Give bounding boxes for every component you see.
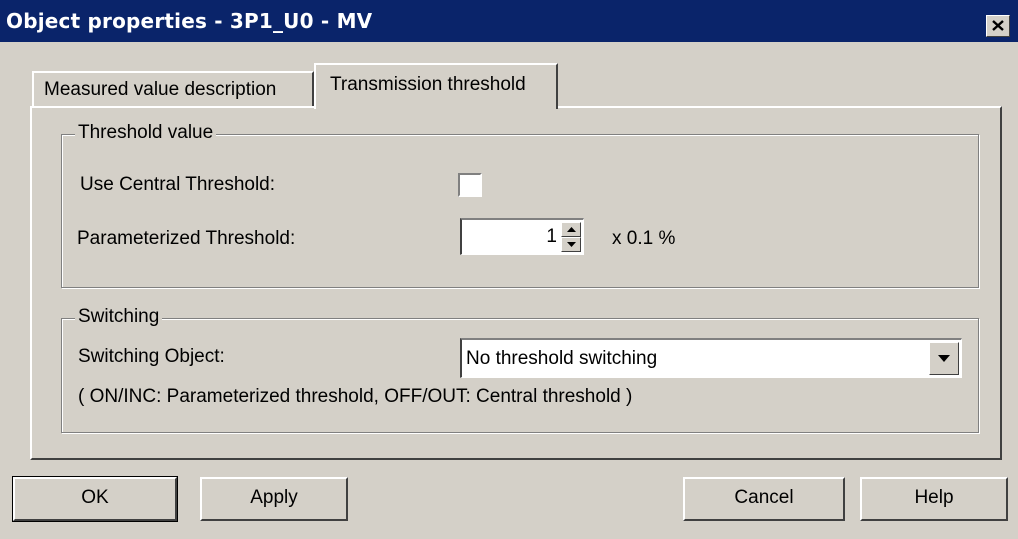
close-button[interactable] [986,15,1010,37]
use-central-threshold-label: Use Central Threshold: [80,174,276,195]
arrow-down-icon [567,242,576,247]
tab-label: Transmission threshold [330,74,526,95]
window-title: Object properties - 3P1_U0 - MV [6,9,373,33]
chevron-down-icon [938,355,950,362]
parameterized-threshold-label: Parameterized Threshold: [77,228,296,249]
group-legend: Threshold value [75,122,217,144]
use-central-threshold-checkbox[interactable] [458,173,482,197]
spin-down-button[interactable] [561,237,581,252]
spinner-value: 1 [546,226,557,247]
dropdown-value: No threshold switching [466,348,658,369]
tab-transmission-threshold[interactable]: Transmission threshold [314,63,558,109]
help-button[interactable]: Help [860,477,1008,521]
dropdown-button[interactable] [929,342,959,375]
tab-label: Measured value description [44,79,277,100]
tab-measured-value-description[interactable]: Measured value description [32,71,314,108]
switching-object-dropdown[interactable]: No threshold switching [460,338,962,378]
threshold-unit-label: x 0.1 % [612,228,676,249]
apply-button[interactable]: Apply [200,477,348,521]
spin-up-button[interactable] [561,222,581,237]
title-bar: Object properties - 3P1_U0 - MV [0,0,1018,42]
switching-object-label: Switching Object: [78,346,225,367]
group-legend: Switching [75,306,163,328]
ok-button[interactable]: OK [12,476,178,522]
cancel-button[interactable]: Cancel [683,477,845,521]
arrow-up-icon [567,227,576,232]
close-icon [992,20,1004,31]
parameterized-threshold-spinner[interactable]: 1 [460,218,584,255]
threshold-value-group: Threshold value [61,122,979,288]
switching-note: ( ON/INC: Parameterized threshold, OFF/O… [78,386,633,407]
